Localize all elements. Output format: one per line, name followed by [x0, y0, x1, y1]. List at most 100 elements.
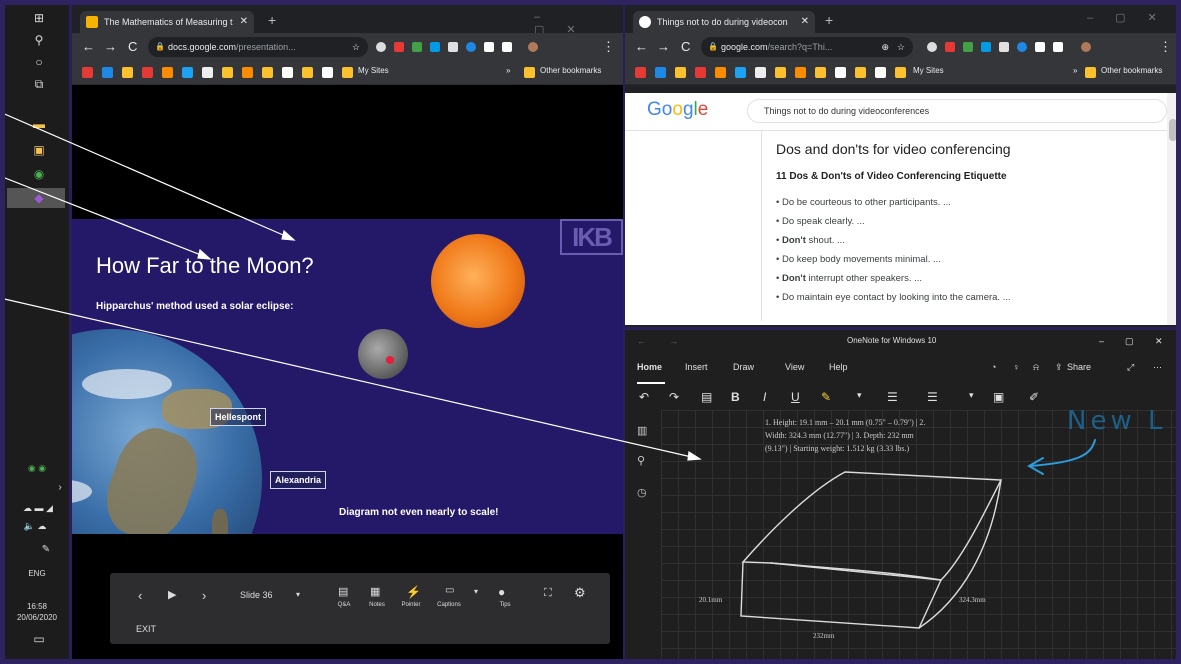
minimize-icon[interactable]: –: [1099, 336, 1104, 346]
bookmark-icon[interactable]: [835, 67, 846, 78]
bookmark-folder-icon[interactable]: [222, 67, 233, 78]
immersive-reader-icon[interactable]: ◔: [991, 362, 996, 372]
pointer-label[interactable]: Pointer: [394, 602, 428, 608]
reload-icon[interactable]: C: [681, 39, 690, 54]
bookmark-icon[interactable]: [635, 67, 646, 78]
bookmark-folder-icon[interactable]: [815, 67, 826, 78]
clock-time[interactable]: 16:58: [7, 602, 67, 611]
slide-selector[interactable]: Slide 36: [240, 590, 273, 600]
italic-icon[interactable]: I: [763, 390, 766, 404]
notebooks-icon[interactable]: ▥: [637, 424, 647, 437]
window-controls[interactable]: –▢✕: [1087, 11, 1179, 24]
numbering-dropdown-icon[interactable]: ▾: [969, 390, 974, 401]
forward-icon[interactable]: →: [657, 39, 670, 54]
forward-icon[interactable]: →: [669, 336, 678, 346]
back-icon[interactable]: ←: [637, 336, 646, 346]
extension-icon[interactable]: [945, 42, 955, 52]
bookmark-icon[interactable]: [202, 67, 213, 78]
tips-icon[interactable]: ●: [498, 585, 505, 599]
underline-icon[interactable]: U: [791, 390, 800, 404]
more-options-icon[interactable]: ⋯: [1153, 362, 1162, 373]
notes-icon[interactable]: ▦: [370, 585, 380, 598]
bookmark-icon[interactable]: [162, 67, 173, 78]
close-tab-icon[interactable]: ✕: [240, 11, 248, 33]
highlight-dropdown-icon[interactable]: ▾: [857, 390, 862, 401]
bookmarks-overflow-icon[interactable]: »: [1073, 66, 1077, 75]
redo-icon[interactable]: ↷: [669, 390, 679, 404]
numbering-icon[interactable]: ☰: [927, 390, 938, 404]
fullscreen-icon[interactable]: ⛶: [544, 587, 552, 600]
tell-me-icon[interactable]: ♀: [1013, 362, 1020, 372]
recent-icon[interactable]: ◷: [637, 486, 647, 499]
forward-icon[interactable]: →: [104, 39, 117, 54]
extension-icon[interactable]: [1053, 42, 1063, 52]
profile-avatar[interactable]: [1081, 42, 1091, 52]
share-button[interactable]: Share: [1067, 362, 1091, 372]
extension-icon[interactable]: [466, 42, 476, 52]
star-icon[interactable]: ☆: [352, 37, 360, 57]
menu-kebab-icon[interactable]: ⋮: [602, 39, 615, 55]
extension-icon[interactable]: [1035, 42, 1045, 52]
extension-icon[interactable]: [963, 42, 973, 52]
bold-icon[interactable]: B: [731, 390, 740, 404]
clock-date[interactable]: 20/06/2020: [7, 613, 67, 622]
pointer-icon[interactable]: ⚡: [406, 585, 421, 599]
bookmark-icon[interactable]: [282, 67, 293, 78]
extension-icon[interactable]: [999, 42, 1009, 52]
start-icon[interactable]: ⊞: [32, 11, 46, 25]
bookmark-icon[interactable]: [82, 67, 93, 78]
bookmark-icon[interactable]: [675, 67, 686, 78]
tray-icons[interactable]: ☁ ▬ ◢: [15, 501, 61, 515]
bullets-icon[interactable]: ☰: [887, 390, 898, 404]
extension-icon[interactable]: [502, 42, 512, 52]
new-tab-icon[interactable]: +: [825, 12, 833, 28]
menu-kebab-icon[interactable]: ⋮: [1159, 39, 1172, 55]
tray-chrome-icons[interactable]: ◉ ◉: [17, 461, 57, 475]
search-icon[interactable]: ⚲: [32, 33, 46, 47]
extension-icon[interactable]: [1017, 42, 1027, 52]
bookmark-icon[interactable]: [735, 67, 746, 78]
tray-expand-icon[interactable]: ›: [53, 481, 67, 495]
extension-icon[interactable]: [448, 42, 458, 52]
extension-icon[interactable]: [412, 42, 422, 52]
extension-icon[interactable]: [981, 42, 991, 52]
exit-button[interactable]: EXIT: [136, 624, 156, 634]
play-icon[interactable]: ▶: [168, 588, 176, 601]
share-icon[interactable]: ⇪: [1055, 362, 1063, 373]
sticky-notes-icon[interactable]: ▣: [32, 143, 46, 157]
google-logo[interactable]: Google: [647, 99, 708, 121]
back-icon[interactable]: ←: [635, 39, 648, 54]
bookmark-folder-icon[interactable]: [895, 67, 906, 78]
extension-icon[interactable]: [484, 42, 494, 52]
bookmark-folder-icon[interactable]: [855, 67, 866, 78]
bookmark-icon[interactable]: [715, 67, 726, 78]
search-icon[interactable]: ⚲: [637, 454, 645, 467]
language-indicator[interactable]: ENG: [7, 569, 67, 578]
tag-icon[interactable]: ▣: [993, 390, 1004, 404]
captions-icon[interactable]: ▭: [445, 585, 454, 596]
bookmark-folder-icon[interactable]: [342, 67, 353, 78]
scrollbar[interactable]: [1167, 93, 1179, 325]
settings-gear-icon[interactable]: ⚙: [574, 585, 586, 601]
tips-label[interactable]: Tips: [488, 602, 522, 608]
clipboard-icon[interactable]: ▤: [701, 390, 712, 404]
search-input[interactable]: Things not to do during videoconferences: [747, 99, 1167, 123]
scrollbar-thumb[interactable]: [1169, 119, 1177, 141]
close-tab-icon[interactable]: ✕: [801, 11, 809, 33]
bookmark-icon[interactable]: [242, 67, 253, 78]
bookmark-my-sites[interactable]: My Sites: [913, 66, 944, 75]
captions-dropdown-icon[interactable]: ▾: [474, 587, 478, 596]
extension-icon[interactable]: [430, 42, 440, 52]
star-icon[interactable]: ☆: [897, 37, 905, 57]
chrome-icon[interactable]: ◉: [32, 167, 46, 181]
bookmarks-overflow-icon[interactable]: »: [506, 66, 510, 75]
extension-icon[interactable]: [927, 42, 937, 52]
bookmark-icon[interactable]: [875, 67, 886, 78]
extension-icon[interactable]: [394, 42, 404, 52]
bookmark-other[interactable]: Other bookmarks: [1101, 66, 1162, 75]
extension-icon[interactable]: [376, 42, 386, 52]
bookmark-my-sites[interactable]: My Sites: [358, 66, 389, 75]
undo-icon[interactable]: ↶: [639, 390, 649, 404]
cortana-icon[interactable]: ○: [32, 55, 46, 69]
new-tab-icon[interactable]: +: [268, 12, 276, 28]
